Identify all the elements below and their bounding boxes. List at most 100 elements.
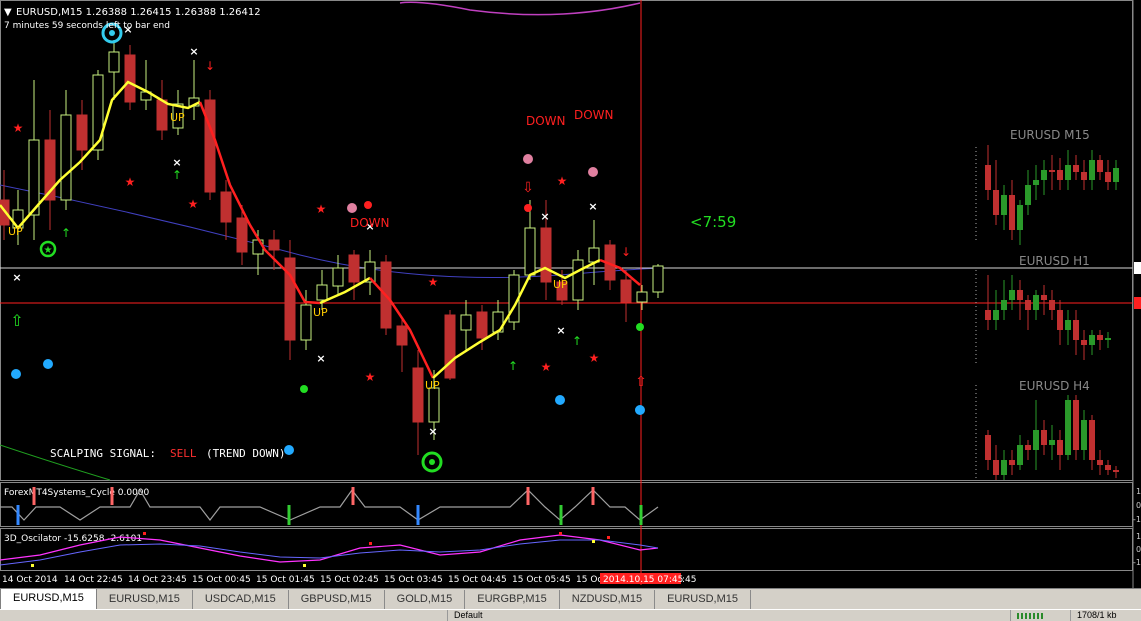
tab-eurusd-m15-active[interactable]: EURUSD,M15 xyxy=(0,588,97,610)
connection-bars-icon xyxy=(1017,613,1043,619)
crosshair-time: 2014.10.15 07:45 xyxy=(603,575,683,585)
mini-candle-body xyxy=(1049,170,1055,172)
up-arrow-icon: ↑ xyxy=(508,359,518,373)
scalping-trend: (TREND DOWN) xyxy=(206,447,285,460)
time-axis[interactable]: 14 Oct 2014 14 Oct 22:45 14 Oct 23:45 15… xyxy=(2,573,696,585)
cross-marker-icon: × xyxy=(12,271,21,284)
mini-candle-body xyxy=(1001,300,1007,310)
osc-scale-mid: 0 xyxy=(1136,545,1141,554)
mini-candle-body xyxy=(1065,400,1071,455)
oscillator-signal-dot xyxy=(369,542,372,545)
time-label: 15 Oct 05:45 xyxy=(512,575,571,585)
time-label: 14 Oct 22:45 xyxy=(64,575,123,585)
candle-body xyxy=(524,227,536,276)
candle-body xyxy=(444,314,456,379)
slow-ma-line xyxy=(0,184,661,278)
up-label: UP xyxy=(313,306,328,319)
time-label: 15 Oc xyxy=(576,575,602,585)
candle-body xyxy=(204,99,216,193)
mini-candle-body xyxy=(1001,460,1007,475)
tab-eurgbp-m15[interactable]: EURGBP,M15 xyxy=(465,590,560,609)
green-dot-marker xyxy=(636,323,644,331)
candle-body xyxy=(396,325,408,346)
mini-candle-body xyxy=(1097,335,1103,340)
countdown-timer: <7:59 xyxy=(690,213,736,231)
hollow-up-arrow-icon: ⇧ xyxy=(635,374,647,390)
blue-dot-marker xyxy=(635,405,645,415)
candle-body xyxy=(300,304,312,341)
mini-candle-body xyxy=(1025,445,1031,450)
candle-body xyxy=(652,265,664,293)
tab-eurusd-m15[interactable]: EURUSD,M15 xyxy=(97,590,193,609)
red-star-icon: ★ xyxy=(188,197,199,211)
blue-dot-marker xyxy=(11,369,21,379)
red-star-icon: ★ xyxy=(13,121,24,135)
tab-nzdusd-m15[interactable]: NZDUSD,M15 xyxy=(560,590,656,609)
candle-body xyxy=(124,54,136,103)
chart-window[interactable]: ★ ★ ★ ★ ★ ★ ★ ★ ★ ★ × × × × × × × × × × … xyxy=(0,0,1141,588)
profile-status: Default xyxy=(447,610,574,621)
candle-body xyxy=(76,114,88,151)
mini-candle-body xyxy=(1057,170,1063,180)
red-dot-marker xyxy=(364,201,372,209)
candle-body xyxy=(572,259,584,301)
mini-candle-body xyxy=(1041,295,1047,300)
red-star-icon: ★ xyxy=(557,174,568,188)
price-chart-canvas[interactable]: ★ ★ ★ ★ ★ ★ ★ ★ ★ ★ × × × × × × × × × × … xyxy=(0,0,1141,588)
mini-candle-body xyxy=(1009,460,1015,465)
mini-candle-body xyxy=(1065,320,1071,330)
candle-body xyxy=(460,314,472,331)
osc-scale-bottom: -1 xyxy=(1133,558,1141,567)
green-star-icon: ★ xyxy=(44,245,53,256)
tab-gold-m15[interactable]: GOLD,M15 xyxy=(385,590,466,609)
oscillator-signal-dot xyxy=(31,564,34,567)
candle-body xyxy=(620,279,632,303)
traffic-status: 1708/1 kb xyxy=(1070,610,1141,621)
mini-candle-body xyxy=(1049,300,1055,310)
mini-candle-body xyxy=(1097,160,1103,172)
main-panel-frame xyxy=(0,0,1133,481)
time-label: :45 xyxy=(682,575,696,585)
mini-chart-title-h1: EURUSD H1 xyxy=(1019,254,1090,268)
red-star-icon: ★ xyxy=(365,370,376,384)
pink-dot-marker xyxy=(347,203,357,213)
down-label: DOWN xyxy=(350,216,390,230)
pink-dot-marker xyxy=(588,167,598,177)
candle-body xyxy=(60,114,72,201)
price-scale[interactable] xyxy=(1132,0,1141,588)
chart-expand-icon[interactable]: ▼ xyxy=(4,7,12,18)
mini-candle-body xyxy=(1073,400,1079,450)
mini-candle-body xyxy=(1009,290,1015,300)
down-label: DOWN xyxy=(526,114,566,128)
red-star-icon: ★ xyxy=(541,360,552,374)
time-label: 15 Oct 00:45 xyxy=(192,575,251,585)
cross-marker-icon: × xyxy=(588,200,597,213)
tab-eurusd-m15-2[interactable]: EURUSD,M15 xyxy=(655,590,751,609)
pink-dot-marker xyxy=(523,154,533,164)
mini-candle-body xyxy=(1105,172,1111,182)
signal-labels: UP UP UP UP UP DOWN DOWN DOWN xyxy=(8,108,614,392)
mini-candle-body xyxy=(993,310,999,320)
tab-gbpusd-m15[interactable]: GBPUSD,M15 xyxy=(289,590,385,609)
tab-usdcad-m15[interactable]: USDCAD,M15 xyxy=(193,590,289,609)
mini-candle-body xyxy=(1057,440,1063,455)
osc-panel-frame xyxy=(0,528,1133,571)
up-label: UP xyxy=(553,278,568,291)
red-star-icon: ★ xyxy=(125,175,136,189)
red-star-icon: ★ xyxy=(428,275,439,289)
red-star-icon: ★ xyxy=(589,351,600,365)
mini-charts-layer xyxy=(975,145,1119,480)
candle-body xyxy=(220,191,232,223)
up-label: UP xyxy=(425,379,440,392)
candle-body xyxy=(348,254,360,283)
time-label: 14 Oct 2014 xyxy=(2,575,58,585)
mini-chart-title-m15: EURUSD M15 xyxy=(1010,128,1090,142)
blue-dot-marker xyxy=(555,395,565,405)
cycle-indicator-label: ForexMT4Systems_Cycle 0.0000 xyxy=(4,488,150,498)
osc-scale-top: 1 xyxy=(1136,532,1141,541)
mini-candle-body xyxy=(1113,168,1119,182)
mini-candle-body xyxy=(1105,465,1111,470)
candle-body xyxy=(476,311,488,339)
cross-marker-icon: × xyxy=(540,210,549,223)
cross-marker-icon: × xyxy=(556,324,565,337)
